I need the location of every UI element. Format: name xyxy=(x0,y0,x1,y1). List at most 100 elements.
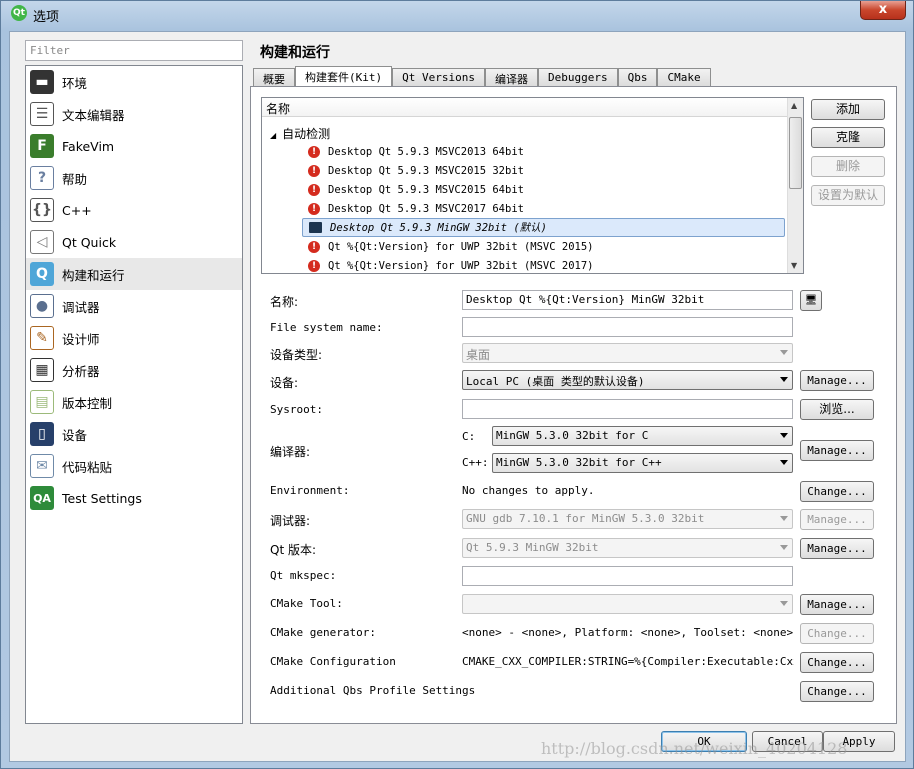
category-item[interactable]: ▯ 设备 xyxy=(26,418,242,450)
category-label: Test Settings xyxy=(62,490,142,506)
environment-change-button[interactable]: Change... xyxy=(800,481,874,502)
tab-qt-versions[interactable]: Qt Versions xyxy=(392,68,485,86)
category-item[interactable]: F FakeVim xyxy=(26,130,242,162)
category-item[interactable]: ? 帮助 xyxy=(26,162,242,194)
kit-group-label: 自动检测 xyxy=(282,127,331,141)
dropdown-arrow-icon xyxy=(780,460,788,465)
close-button[interactable]: x xyxy=(860,1,906,20)
qt-version-combo[interactable]: Qt 5.9.3 MinGW 32bit xyxy=(462,538,793,558)
sysroot-label: Sysroot: xyxy=(270,403,323,416)
error-icon: ! xyxy=(308,183,320,196)
tab-overview[interactable]: 概要 xyxy=(253,68,295,86)
category-item[interactable]: ▤ 版本控制 xyxy=(26,386,242,418)
device-type-value: 桌面 xyxy=(466,348,491,362)
category-list: ▬ 环境 ☰ 文本编辑器 F FakeVim? 帮助 {} C++ ◁ Qt Quick Q 构建和运行… xyxy=(25,65,243,724)
compiler-manage-button[interactable]: Manage... xyxy=(800,440,874,461)
filter-input[interactable]: Filter xyxy=(25,40,243,61)
category-item[interactable]: ▬ 环境 xyxy=(26,66,242,98)
kit-label: Desktop Qt 5.9.3 MSVC2015 32bit xyxy=(328,164,524,177)
kit-name-field[interactable]: Desktop Qt %{Qt:Version} MinGW 32bit xyxy=(462,290,793,310)
sysroot-field[interactable] xyxy=(462,399,793,419)
expand-arrow-icon[interactable]: ◢ xyxy=(270,131,276,140)
kit-label: Desktop Qt 5.9.3 MinGW 32bit (默认) xyxy=(330,222,547,234)
help-icon: ? xyxy=(30,166,54,190)
kit-item[interactable]: Desktop Qt 5.9.3 MinGW 32bit (默认) xyxy=(302,218,785,237)
tab-compilers[interactable]: 编译器 xyxy=(484,68,538,86)
remove-kit-button[interactable]: 删除 xyxy=(811,156,885,177)
tab-kits[interactable]: 构建套件(Kit) xyxy=(295,66,393,86)
kit-item[interactable]: ! Qt %{Qt:Version} for UWP 32bit (MSVC 20… xyxy=(302,237,785,256)
mkspec-field[interactable] xyxy=(462,566,793,586)
cmake-tool-manage-button[interactable]: Manage... xyxy=(800,594,874,615)
category-label: 分析器 xyxy=(62,363,100,379)
tab-qbs[interactable]: Qbs xyxy=(617,68,658,86)
tab-bar: 概要 构建套件(Kit) Qt Versions 编译器 Debuggers Q… xyxy=(253,66,711,86)
error-icon: ! xyxy=(308,202,320,215)
kit-item[interactable]: ! Desktop Qt 5.9.3 MSVC2013 64bit xyxy=(302,142,785,161)
error-icon: ! xyxy=(308,164,320,177)
fs-name-field[interactable] xyxy=(462,317,793,337)
cpp-compiler-combo[interactable]: MinGW 5.3.0 32bit for C++ xyxy=(492,453,793,473)
device-label: 设备: xyxy=(270,376,299,390)
cpp-compiler-label: C++: xyxy=(462,456,489,469)
kit-icon-button[interactable]: 🖥 xyxy=(800,290,822,311)
device-value: Local PC (桌面 类型的默认设备) xyxy=(466,375,645,388)
fakevim-icon: F xyxy=(30,134,54,158)
device-manage-button[interactable]: Manage... xyxy=(800,370,874,391)
scroll-down-icon[interactable]: ▼ xyxy=(791,261,797,270)
kit-item[interactable]: ! Desktop Qt 5.9.3 MSVC2015 32bit xyxy=(302,161,785,180)
category-item[interactable]: Q 构建和运行 xyxy=(26,258,242,290)
debugger-icon: ● xyxy=(30,294,54,318)
make-default-button[interactable]: 设置为默认 xyxy=(811,185,885,206)
monitor-icon: 🖥 xyxy=(804,295,818,306)
cmake-config-change-button[interactable]: Change... xyxy=(800,652,874,673)
cmake-generator-value: <none> - <none>, Platform: <none>, Tools… xyxy=(462,626,794,639)
clone-kit-button[interactable]: 克隆 xyxy=(811,127,885,148)
sysroot-browse-button[interactable]: 浏览... xyxy=(800,399,874,420)
kit-item[interactable]: ! Desktop Qt 5.9.3 MSVC2015 64bit xyxy=(302,180,785,199)
tab-debuggers[interactable]: Debuggers xyxy=(537,68,618,86)
kit-item[interactable]: ! Qt %{Qt:Version} for UWP 32bit (MSVC 20… xyxy=(302,256,785,273)
scroll-thumb[interactable] xyxy=(789,117,802,189)
scroll-up-icon[interactable]: ▲ xyxy=(791,101,797,110)
tab-cmake[interactable]: CMake xyxy=(657,68,711,86)
cmake-generator-change-button[interactable]: Change... xyxy=(800,623,874,644)
category-label: C++ xyxy=(62,202,92,218)
qbs-settings-change-button[interactable]: Change... xyxy=(800,681,874,702)
category-item[interactable]: ✉ 代码粘贴 xyxy=(26,450,242,482)
debugger-value: GNU gdb 7.10.1 for MinGW 5.3.0 32bit xyxy=(466,512,705,525)
category-item[interactable]: ☰ 文本编辑器 xyxy=(26,98,242,130)
c-compiler-label: C: xyxy=(462,430,476,443)
device-type-combo[interactable]: 桌面 xyxy=(462,343,793,363)
kit-label: Desktop Qt 5.9.3 MSVC2013 64bit xyxy=(328,145,524,158)
category-item[interactable]: ✎ 设计师 xyxy=(26,322,242,354)
kit-tree[interactable]: 名称 ◢ 自动检测 ▲ ▼ ! Desktop Qt 5.9.3 MSVC2013 … xyxy=(261,97,804,274)
device-combo[interactable]: Local PC (桌面 类型的默认设备) xyxy=(462,370,793,390)
c-compiler-combo[interactable]: MinGW 5.3.0 32bit for C xyxy=(492,426,793,446)
device-icon: ▯ xyxy=(30,422,54,446)
category-item[interactable]: QA Test Settings xyxy=(26,482,242,514)
add-kit-button[interactable]: 添加 xyxy=(811,99,885,120)
qt-version-label: Qt 版本: xyxy=(270,543,317,557)
page-title: 构建和运行 xyxy=(260,45,330,61)
kit-tree-header: 名称 xyxy=(262,98,787,117)
dropdown-arrow-icon xyxy=(780,516,788,521)
analyzer-icon: ▦ xyxy=(30,358,54,382)
category-item[interactable]: {} C++ xyxy=(26,194,242,226)
category-item[interactable]: ● 调试器 xyxy=(26,290,242,322)
text-editor-icon: ☰ xyxy=(30,102,54,126)
category-label: Qt Quick xyxy=(62,234,117,250)
kit-group-auto-detected[interactable]: ◢ 自动检测 xyxy=(270,125,330,142)
dialog-body: Filter ▬ 环境 ☰ 文本编辑器 F FakeVim? 帮助 {} C++ ◁ Qt Quic… xyxy=(9,31,906,762)
category-item[interactable]: ◁ Qt Quick xyxy=(26,226,242,258)
title-bar[interactable]: Qt 选项 x xyxy=(1,1,914,25)
plane-icon: ◁ xyxy=(30,230,54,254)
debugger-combo[interactable]: GNU gdb 7.10.1 for MinGW 5.3.0 32bit xyxy=(462,509,793,529)
qt-version-manage-button[interactable]: Manage... xyxy=(800,538,874,559)
cmake-tool-combo[interactable] xyxy=(462,594,793,614)
category-item[interactable]: ▦ 分析器 xyxy=(26,354,242,386)
options-window: Qt 选项 x Filter ▬ 环境 ☰ 文本编辑器 F FakeVim? 帮助 {} C++… xyxy=(0,0,914,769)
kit-tree-scrollbar[interactable]: ▲ ▼ xyxy=(787,98,803,273)
debugger-manage-button[interactable]: Manage... xyxy=(800,509,874,530)
kit-item[interactable]: ! Desktop Qt 5.9.3 MSVC2017 64bit xyxy=(302,199,785,218)
